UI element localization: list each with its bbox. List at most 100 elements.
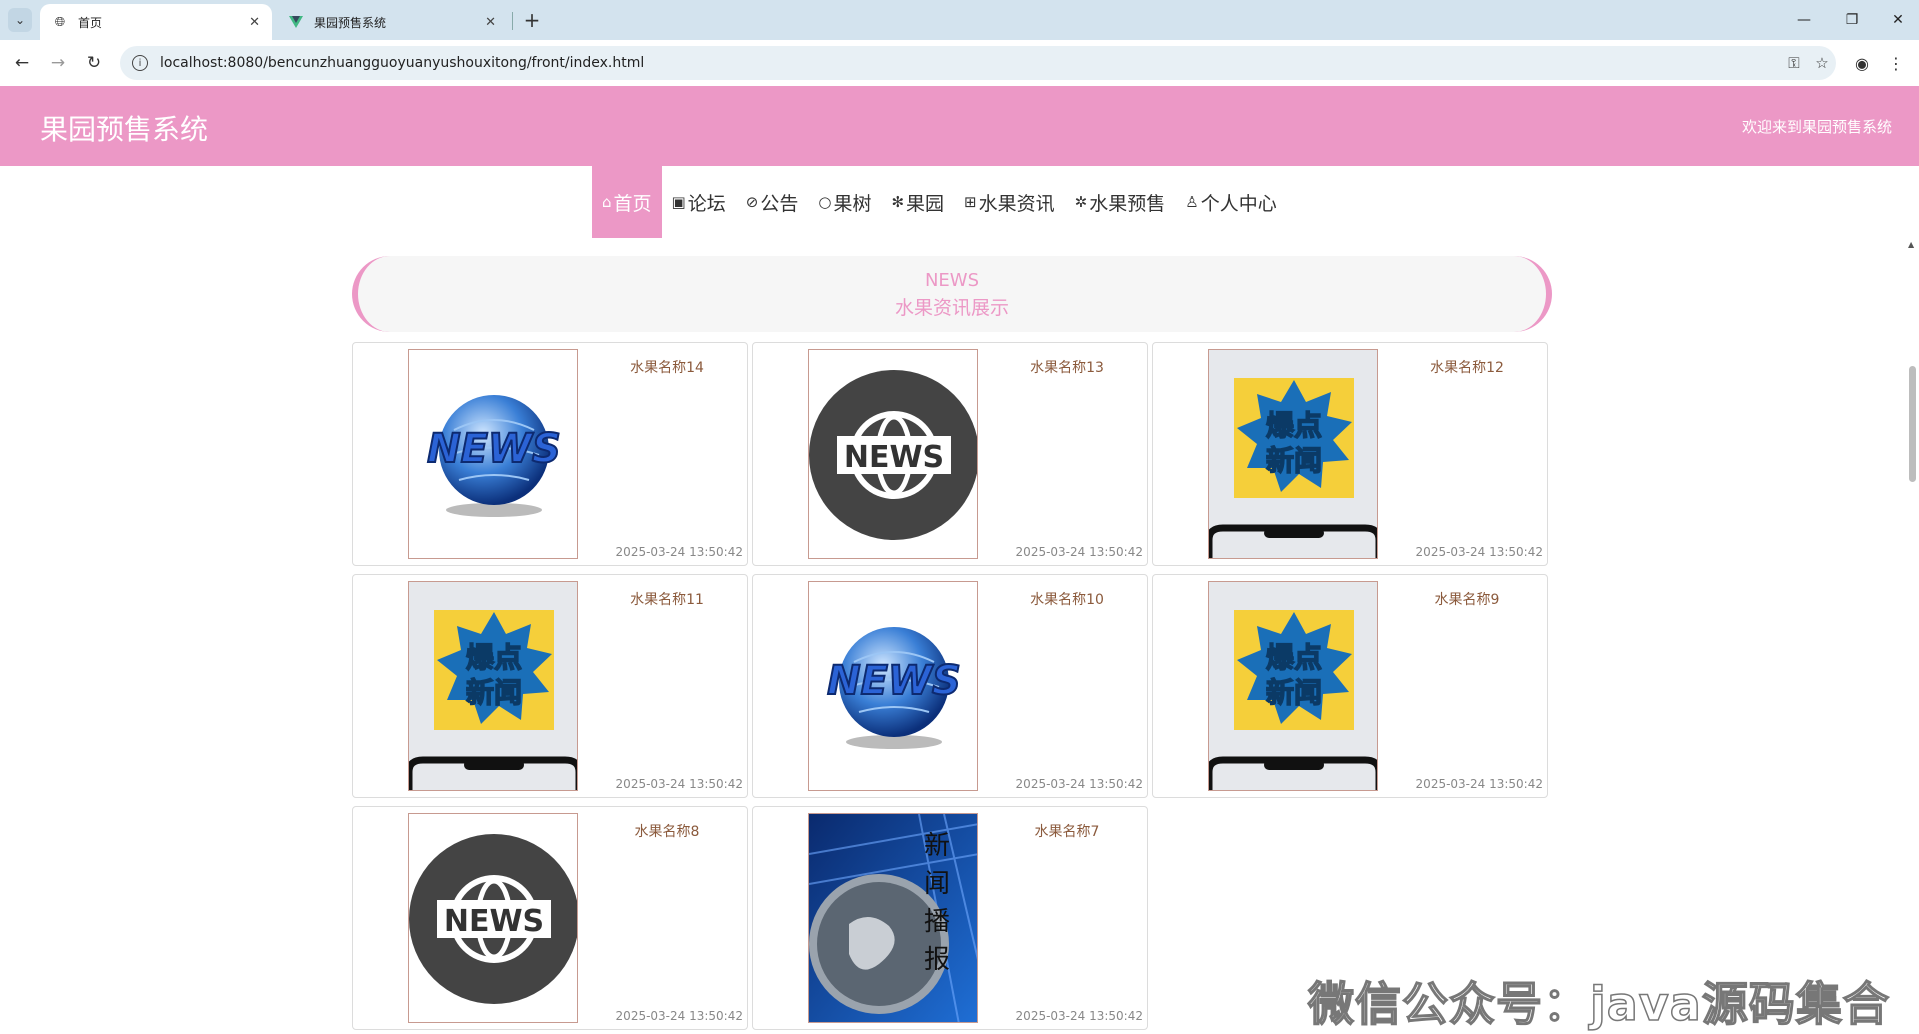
scrollbar-thumb[interactable] xyxy=(1909,366,1916,482)
key-icon[interactable]: ⚿ xyxy=(1780,54,1808,72)
nav-label: 水果资讯 xyxy=(978,192,1055,215)
new-tab-icon[interactable]: + xyxy=(520,8,544,32)
news-time: 2025-03-24 13:50:42 xyxy=(1415,777,1543,791)
page-scrollbar[interactable]: ▲ xyxy=(1905,230,1919,1033)
orchard-icon: ✻ xyxy=(891,193,905,211)
forum-icon: ▣ xyxy=(671,193,686,211)
news-title[interactable]: 水果名称7 xyxy=(993,821,1141,841)
svg-text:NEWS: NEWS xyxy=(427,426,561,472)
svg-text:爆点: 爆点 xyxy=(1266,641,1322,674)
site-title: 果园预售系统 xyxy=(40,113,209,146)
bookmark-star-icon[interactable]: ☆ xyxy=(1808,54,1836,72)
news-title[interactable]: 水果名称13 xyxy=(993,357,1141,377)
site-info-icon[interactable]: i xyxy=(132,55,148,71)
address-bar[interactable]: i localhost:8080/bencunzhuangguoyuanyush… xyxy=(120,46,1836,80)
svg-text:爆点: 爆点 xyxy=(466,641,522,674)
news-time: 2025-03-24 13:50:42 xyxy=(615,1009,743,1023)
section-heading: NEWS 水果资讯展示 xyxy=(352,256,1552,332)
news-time: 2025-03-24 13:50:42 xyxy=(1015,545,1143,559)
announcement-icon: ⊘ xyxy=(745,193,759,211)
nav-item-orchard[interactable]: ✻ 果园 xyxy=(881,166,954,238)
welcome-text: 欢迎来到果园预售系统 xyxy=(1741,118,1892,136)
nav-label: 公告 xyxy=(760,192,799,215)
news-globe-image[interactable]: NEWS xyxy=(808,581,978,791)
globe-icon: 🌐︎ xyxy=(54,14,66,30)
browser-toolbar: ← → ↻ i localhost:8080/bencunzhuangguoyu… xyxy=(0,40,1919,86)
fruit-tree-icon: ○ xyxy=(818,193,832,211)
scroll-up-arrow-icon[interactable]: ▲ xyxy=(1908,240,1914,249)
tab-search-chevron-icon[interactable]: ⌄ xyxy=(8,8,32,32)
news-circle-image[interactable]: NEWS xyxy=(408,813,578,1023)
nav-label: 论坛 xyxy=(687,192,726,215)
news-title[interactable]: 水果名称10 xyxy=(993,589,1141,609)
svg-text:爆点: 爆点 xyxy=(1266,409,1322,442)
nav-item-fruit-news[interactable]: ⊞ 水果资讯 xyxy=(954,166,1065,238)
section-title-cn: 水果资讯展示 xyxy=(894,297,1009,319)
vue-logo-icon xyxy=(288,14,304,30)
news-card[interactable]: 爆点 新闻 水果名称11 2025-03-24 13:50:42 xyxy=(352,574,748,798)
news-time: 2025-03-24 13:50:42 xyxy=(615,777,743,791)
reload-icon[interactable]: ↻ xyxy=(82,51,106,75)
news-title[interactable]: 水果名称11 xyxy=(593,589,741,609)
news-time: 2025-03-24 13:50:42 xyxy=(1015,777,1143,791)
breaking-news-image[interactable]: 爆点 新闻 xyxy=(1208,349,1378,559)
news-card[interactable]: 新 闻 播 报 水果名称7 2025-03-24 13:50:42 xyxy=(752,806,1148,1030)
menu-dots-icon[interactable]: ⋮ xyxy=(1884,51,1908,75)
news-card[interactable]: NEWS 水果名称8 2025-03-24 13:50:42 xyxy=(352,806,748,1030)
news-card[interactable]: NEWS 水果名称14 2025-03-24 13:50:42 xyxy=(352,342,748,566)
presale-icon: ✲ xyxy=(1074,193,1088,211)
svg-text:报: 报 xyxy=(924,945,950,975)
nav-item-fruit-presale[interactable]: ✲ 水果预售 xyxy=(1065,166,1176,238)
svg-text:NEWS: NEWS xyxy=(844,440,944,475)
news-title[interactable]: 水果名称9 xyxy=(1393,589,1541,609)
breaking-news-image[interactable]: 爆点 新闻 xyxy=(1208,581,1378,791)
news-card[interactable]: NEWS 水果名称10 2025-03-24 13:50:42 xyxy=(752,574,1148,798)
browser-tab-home[interactable]: 🌐︎ 首页 ✕ xyxy=(40,4,272,40)
back-icon[interactable]: ← xyxy=(10,51,34,75)
svg-text:闻: 闻 xyxy=(924,869,950,899)
watermark-text: 微信公众号：java源码集合 xyxy=(1307,976,1890,1032)
news-title[interactable]: 水果名称12 xyxy=(1393,357,1541,377)
minimize-icon[interactable]: — xyxy=(1784,8,1824,32)
svg-text:播: 播 xyxy=(924,907,950,937)
nav-label: 果园 xyxy=(906,192,945,215)
breaking-news-image[interactable]: 爆点 新闻 xyxy=(408,581,578,791)
close-tab-icon[interactable]: ✕ xyxy=(249,15,260,30)
news-time: 2025-03-24 13:50:42 xyxy=(1015,1009,1143,1023)
nav-item-home[interactable]: ⌂ 首页 xyxy=(592,166,662,238)
nav-item-announcement[interactable]: ⊘ 公告 xyxy=(736,166,809,238)
main-nav: ⌂ 首页 ▣ 论坛 ⊘ 公告 ○ 果树 ✻ 果园 ⊞ 水果资讯 ✲ 水果预售 ♙… xyxy=(592,166,1287,238)
browser-tab-bar: ⌄ 🌐︎ 首页 ✕ 果园预售系统 ✕ + — ❐ ✕ xyxy=(0,0,1919,40)
nav-label: 果树 xyxy=(833,192,872,215)
browser-tab-system[interactable]: 果园预售系统 ✕ xyxy=(276,4,508,40)
section-title-en: NEWS xyxy=(924,270,980,291)
svg-text:新闻: 新闻 xyxy=(466,676,522,709)
profile-icon[interactable]: ◉ xyxy=(1850,51,1874,75)
news-card[interactable]: 爆点 新闻 水果名称12 2025-03-24 13:50:42 xyxy=(1152,342,1548,566)
site-header: 果园预售系统 欢迎来到果园预售系统 xyxy=(0,86,1919,166)
close-tab-icon[interactable]: ✕ xyxy=(485,15,496,30)
svg-text:新: 新 xyxy=(924,831,950,861)
news-time: 2025-03-24 13:50:42 xyxy=(615,545,743,559)
nav-label: 首页 xyxy=(613,192,652,215)
restore-icon[interactable]: ❐ xyxy=(1832,8,1872,32)
close-window-icon[interactable]: ✕ xyxy=(1878,8,1918,32)
news-card[interactable]: NEWS 水果名称13 2025-03-24 13:50:42 xyxy=(752,342,1148,566)
news-title[interactable]: 水果名称8 xyxy=(593,821,741,841)
url-text[interactable]: localhost:8080/bencunzhuangguoyuanyushou… xyxy=(160,55,1780,71)
news-icon: ⊞ xyxy=(964,193,977,211)
news-circle-image[interactable]: NEWS xyxy=(808,349,978,559)
news-title[interactable]: 水果名称14 xyxy=(593,357,741,377)
tab-divider xyxy=(512,12,513,30)
nav-item-fruit-tree[interactable]: ○ 果树 xyxy=(808,166,881,238)
tab-title: 首页 xyxy=(78,15,103,30)
news-broadcast-image[interactable]: 新 闻 播 报 xyxy=(808,813,978,1023)
news-globe-image[interactable]: NEWS xyxy=(408,349,578,559)
forward-icon[interactable]: → xyxy=(46,51,70,75)
nav-item-forum[interactable]: ▣ 论坛 xyxy=(662,166,736,238)
news-card[interactable]: 爆点 新闻 水果名称9 2025-03-24 13:50:42 xyxy=(1152,574,1548,798)
svg-text:NEWS: NEWS xyxy=(827,658,961,704)
svg-text:NEWS: NEWS xyxy=(444,904,544,939)
svg-text:新闻: 新闻 xyxy=(1266,444,1322,477)
nav-item-personal-center[interactable]: ♙ 个人中心 xyxy=(1175,166,1286,238)
